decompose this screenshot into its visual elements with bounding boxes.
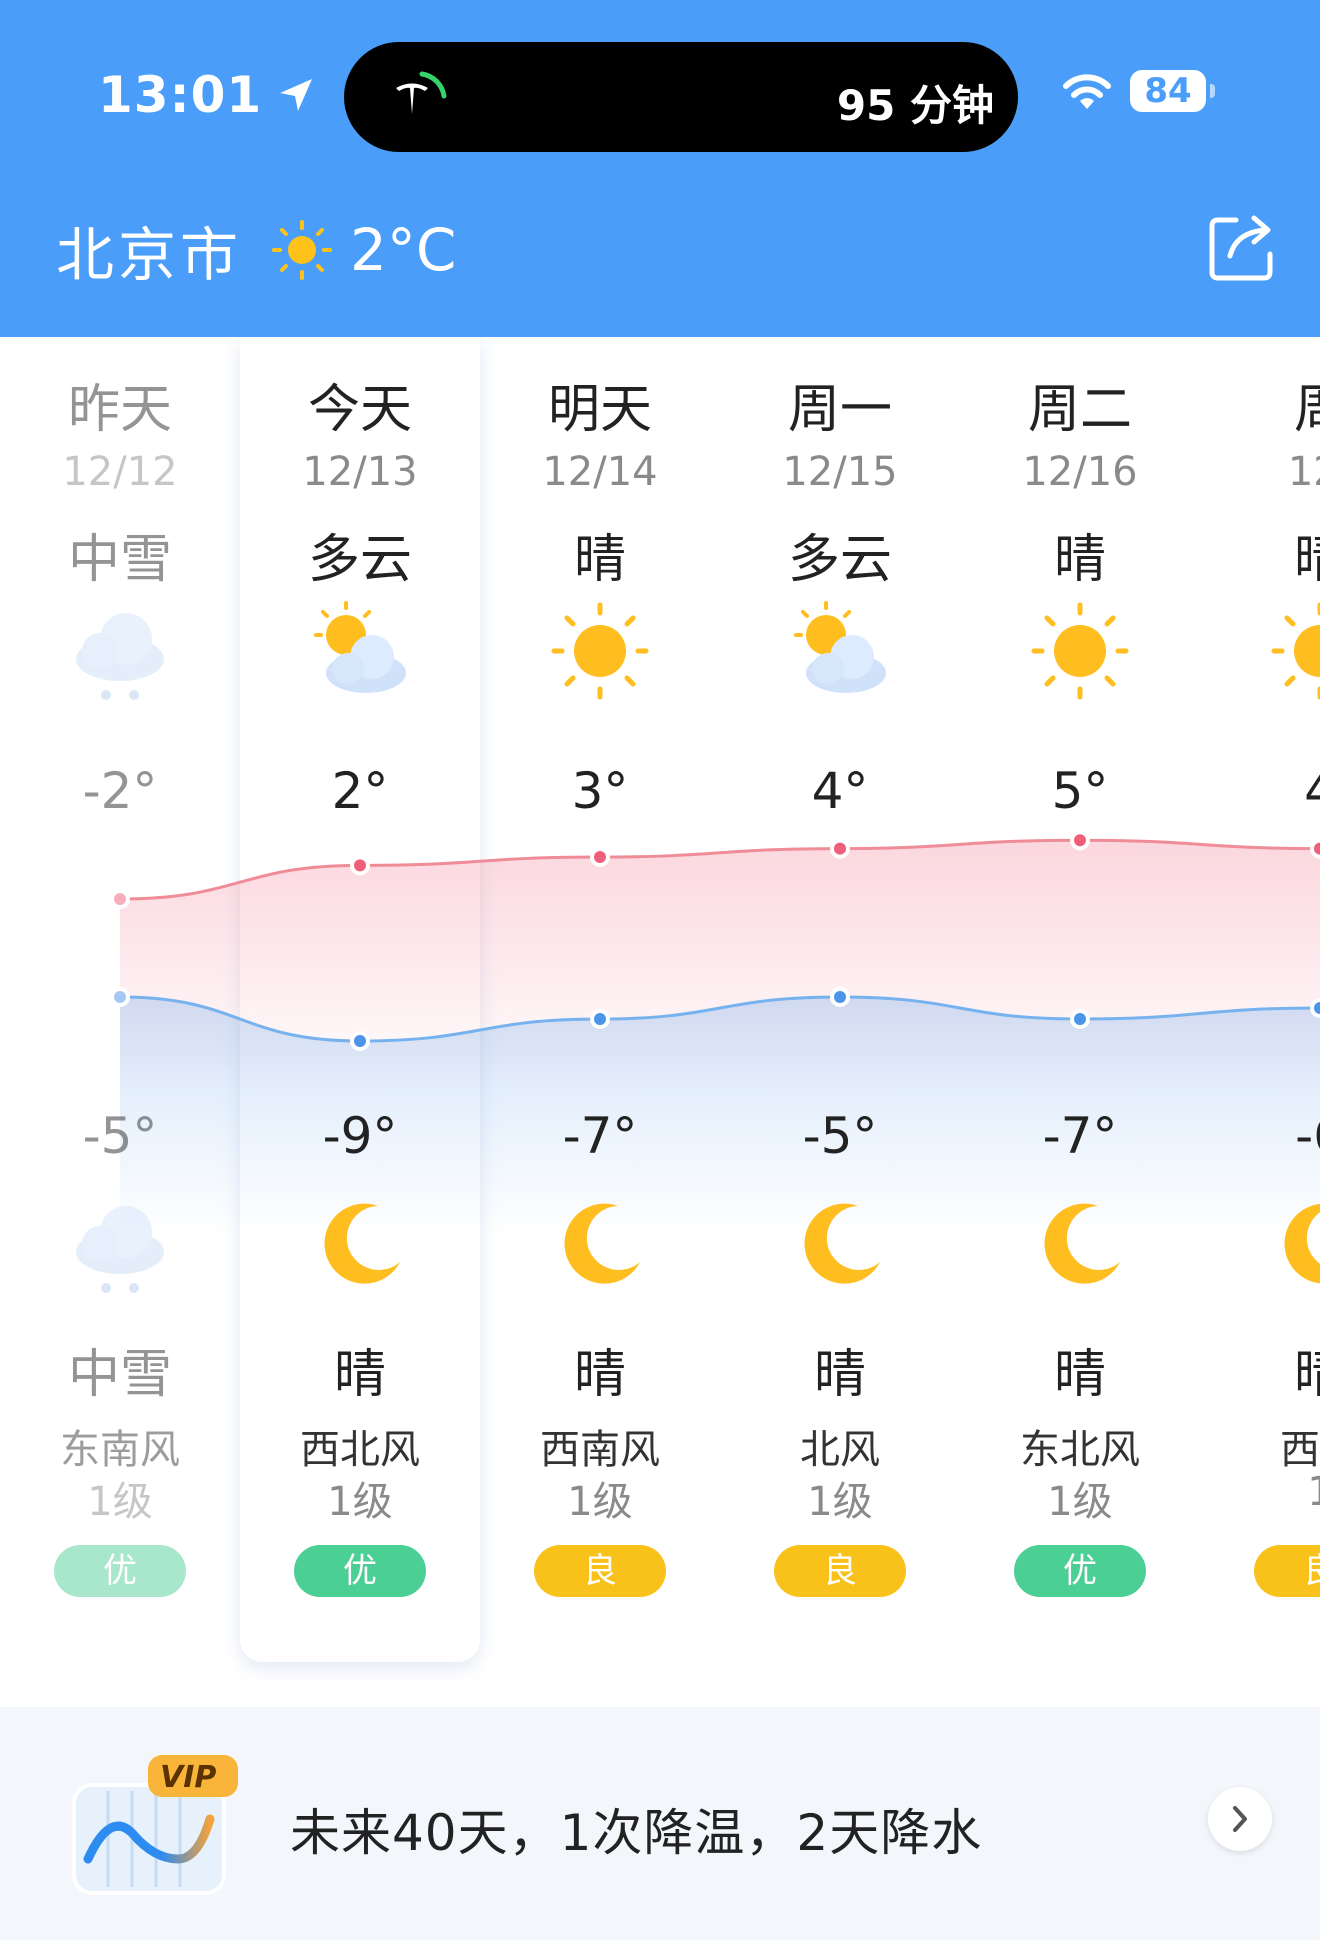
aqi-badge[interactable]: 良 — [534, 1545, 666, 1597]
night-condition: 晴 — [1053, 1345, 1106, 1405]
high-temperature: 5° — [1051, 762, 1109, 820]
wind-level: 1级 — [87, 1479, 153, 1525]
wind-direction: 北风 — [800, 1427, 880, 1473]
day-name: 周一 — [787, 380, 892, 440]
low-temperature: -7° — [562, 1107, 638, 1165]
wind-direction: 西南风 — [540, 1427, 660, 1473]
aqi-badge[interactable]: 优 — [294, 1545, 426, 1597]
location-summary[interactable]: 北京市 2°C — [56, 208, 456, 292]
high-temperature: -2° — [82, 762, 158, 820]
day-column[interactable]: 周二 12/16 晴 5° -7° 晴东北风 1级优 — [960, 337, 1200, 1662]
tesla-logo-icon — [396, 71, 447, 114]
wind-direction: 西南 — [1280, 1427, 1320, 1473]
aqi-badge[interactable]: 优 — [54, 1545, 186, 1597]
banner-summary-text: 未来40天，1次降温，2天降水 — [290, 1804, 983, 1862]
night-condition: 晴 — [813, 1345, 866, 1405]
snow-cloud-icon — [68, 599, 172, 703]
day-condition: 中雪 — [67, 530, 172, 590]
day-date: 12/16 — [1022, 449, 1138, 495]
sun-icon — [272, 220, 333, 280]
battery-level: 84 — [1144, 71, 1192, 111]
night-condition: 晴 — [333, 1345, 386, 1405]
dynamic-island[interactable]: 95 分钟 — [344, 42, 1018, 152]
moon-icon — [1268, 1192, 1320, 1296]
day-name: 昨天 — [67, 380, 172, 440]
battery-indicator: 84 — [1130, 70, 1215, 112]
moon-icon — [548, 1192, 652, 1296]
wind-direction: 西北风 — [300, 1427, 420, 1473]
wind-level: 1 — [1307, 1469, 1320, 1515]
day-condition: 晴 — [573, 530, 626, 590]
location-arrow-icon — [280, 79, 313, 111]
wind-level: 1级 — [1047, 1479, 1113, 1525]
low-temperature: -5° — [802, 1107, 878, 1165]
day-column[interactable]: 昨天 12/12 中雪 -2° -5° 中雪东南风 1级优 — [0, 337, 240, 1662]
snow-cloud-icon — [68, 1192, 172, 1296]
low-temperature: -5° — [82, 1107, 158, 1165]
wind-level: 1级 — [807, 1479, 873, 1525]
day-column[interactable]: 周 12/晴 4 -6 晴西南1 良 — [1200, 337, 1320, 1662]
chevron-right-icon[interactable] — [1208, 1787, 1272, 1851]
high-temperature: 3° — [571, 762, 629, 820]
partly-cloudy-icon — [308, 599, 412, 703]
day-name: 今天 — [307, 380, 412, 440]
night-condition: 晴 — [1293, 1345, 1320, 1405]
current-temperature: 2°C — [350, 216, 457, 284]
status-time-text: 13:01 — [98, 66, 263, 124]
wifi-icon — [1063, 74, 1111, 109]
partly-cloudy-icon — [788, 599, 892, 703]
day-date: 12/15 — [782, 449, 898, 495]
night-condition: 晴 — [573, 1345, 626, 1405]
trend-chart-icon: VIP — [70, 1751, 240, 1901]
share-icon[interactable] — [1206, 210, 1280, 284]
day-date: 12/14 — [542, 449, 658, 495]
wind-direction: 东南风 — [60, 1427, 180, 1473]
sun-icon — [1268, 599, 1320, 703]
app-header: 13:01 95 分钟 84 北京市 2°C — [0, 0, 1320, 337]
day-column[interactable]: 周一 12/15 多云 4° -5° 晴北风 1级良 — [720, 337, 960, 1662]
status-time: 13:01 — [98, 66, 316, 124]
high-temperature: 4° — [811, 762, 869, 820]
forecast-40-day-banner[interactable]: VIP 未来40天，1次降温，2天降水 — [0, 1707, 1320, 1940]
night-condition: 中雪 — [67, 1345, 172, 1405]
high-temperature: 2° — [331, 762, 389, 820]
low-temperature: -7° — [1042, 1107, 1118, 1165]
city-name: 北京市 — [56, 221, 243, 289]
day-date: 12/13 — [302, 449, 418, 495]
day-date: 12/ — [1287, 449, 1320, 495]
aqi-badge[interactable]: 良 — [1254, 1545, 1320, 1597]
day-date: 12/12 — [62, 449, 178, 495]
sun-icon — [548, 599, 652, 703]
high-temperature: 4 — [1200, 762, 1320, 820]
day-name: 周二 — [1027, 380, 1132, 440]
low-temperature: -6 — [1295, 1107, 1320, 1165]
day-condition: 多云 — [787, 530, 892, 590]
day-column[interactable]: 明天 12/14 晴 3° -7° 晴西南风 1级良 — [480, 337, 720, 1662]
aqi-badge[interactable]: 良 — [774, 1545, 906, 1597]
daily-forecast-scroller[interactable]: 昨天 12/12 中雪 -2° -5° 中雪东南风 1级优 今天 12/13 多云 2° -9° 晴西北… — [0, 337, 1320, 1707]
low-temperature: -9° — [322, 1107, 398, 1165]
aqi-badge[interactable]: 优 — [1014, 1545, 1146, 1597]
island-countdown: 95 分钟 — [836, 81, 994, 130]
moon-icon — [308, 1192, 412, 1296]
moon-icon — [1028, 1192, 1132, 1296]
vip-badge: VIP — [160, 1760, 216, 1795]
wind-level: 1级 — [567, 1479, 633, 1525]
day-condition: 多云 — [307, 530, 412, 590]
wind-direction: 东北风 — [1020, 1427, 1140, 1473]
day-condition: 晴 — [1053, 530, 1106, 590]
moon-icon — [788, 1192, 892, 1296]
day-column[interactable]: 今天 12/13 多云 2° -9° 晴西北风 1级优 — [240, 337, 480, 1662]
status-icons: 84 — [1060, 70, 1215, 112]
day-name: 周 — [1293, 380, 1320, 440]
day-name: 明天 — [547, 380, 652, 440]
day-condition: 晴 — [1293, 530, 1320, 590]
wind-level: 1级 — [327, 1479, 393, 1525]
sun-icon — [1028, 599, 1132, 703]
